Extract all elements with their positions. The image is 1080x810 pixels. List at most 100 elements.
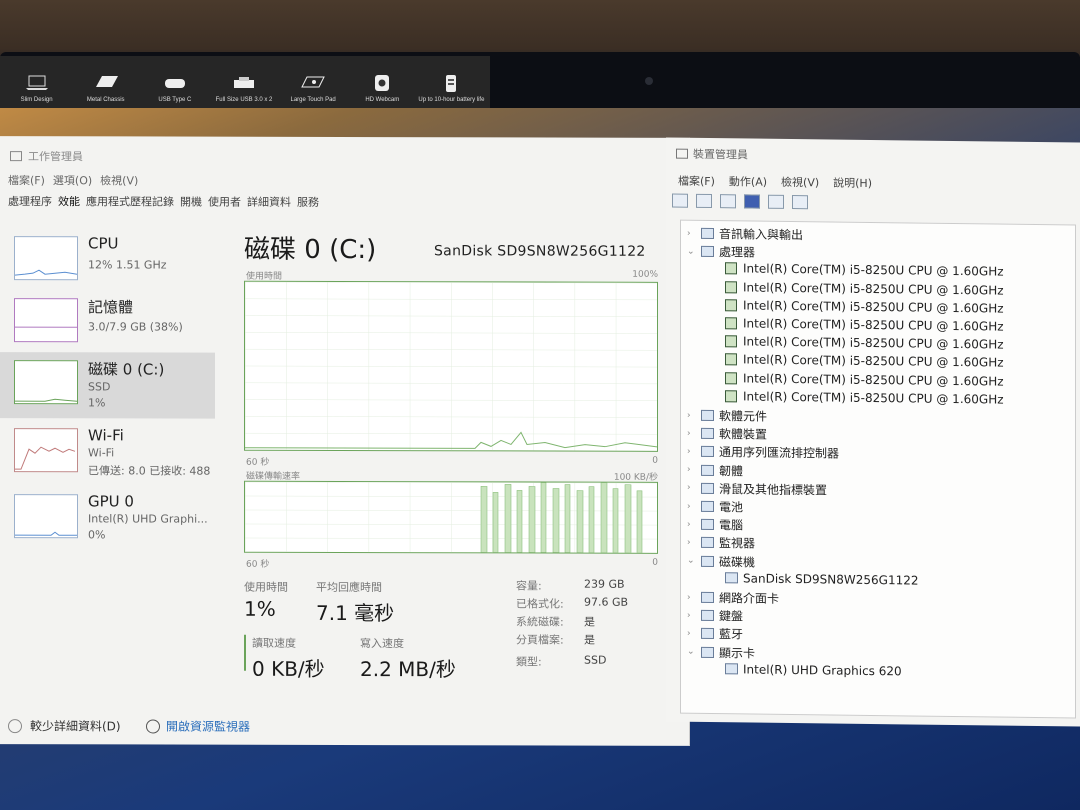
chevron-right-icon[interactable]: ›	[687, 501, 697, 511]
open-resource-monitor-link[interactable]: 開啟資源監視器	[146, 717, 250, 734]
response-time-label: 平均回應時間	[316, 580, 382, 595]
menu-view[interactable]: 檢視(V)	[100, 172, 138, 188]
chevron-down-icon[interactable]: ⌄	[687, 556, 697, 566]
chevron-right-icon[interactable]: ›	[687, 610, 697, 620]
tree-category[interactable]: › 軟體裝置	[687, 425, 767, 443]
sidebar-item-memory[interactable]: 記憶體 3.0/7.9 GB (38%)	[0, 290, 215, 355]
tree-device[interactable]: Intel(R) Core(TM) i5-8250U CPU @ 1.60GHz	[725, 262, 1004, 279]
menu-view[interactable]: 檢視(V)	[781, 174, 819, 190]
tree-label: Intel(R) UHD Graphics 620	[743, 662, 902, 679]
tab-services[interactable]: 服務	[297, 194, 319, 213]
menu-help[interactable]: 說明(H)	[833, 175, 872, 191]
tree-device[interactable]: Intel(R) Core(TM) i5-8250U CPU @ 1.60GHz	[725, 280, 1004, 297]
tree-category[interactable]: › 韌體	[687, 461, 743, 479]
tree-category[interactable]: › 電池	[687, 498, 743, 516]
tree-device[interactable]: SanDisk SD9SN8W256G1122	[725, 571, 919, 587]
processor-icon	[725, 371, 737, 384]
scan-hardware-icon[interactable]	[768, 194, 784, 209]
feature-label: Large Touch Pad	[290, 97, 336, 103]
tree-device[interactable]: Intel(R) Core(TM) i5-8250U CPU @ 1.60GHz	[725, 334, 1004, 352]
tree-category[interactable]: › 鍵盤	[687, 607, 743, 625]
tree-device[interactable]: Intel(R) Core(TM) i5-8250U CPU @ 1.60GHz	[725, 371, 1004, 388]
tree-label: 鍵盤	[719, 609, 744, 624]
tree-category[interactable]: › 電腦	[687, 516, 743, 534]
feature-usb-a: Full Size USB 3.0 x 2	[209, 56, 278, 104]
formatted-value: 97.6 GB	[584, 595, 629, 609]
tree-label: Intel(R) Core(TM) i5-8250U CPU @ 1.60GHz	[743, 352, 1004, 370]
chevron-right-icon[interactable]: ›	[687, 410, 697, 420]
sidebar-item-gpu[interactable]: GPU 0 Intel(R) UHD Graphi... 0%	[0, 486, 215, 551]
tree-label: 藍牙	[719, 627, 744, 642]
tree-label: 處理器	[719, 245, 756, 260]
feature-label: Slim Design	[20, 97, 53, 103]
help-icon[interactable]	[744, 194, 760, 209]
chevron-right-icon[interactable]: ›	[687, 428, 697, 438]
device-category-icon	[701, 646, 714, 658]
tree-label: Intel(R) Core(TM) i5-8250U CPU @ 1.60GHz	[743, 280, 1004, 298]
graph1-min: 0	[652, 455, 658, 466]
sidebar-sub: 3.0/7.9 GB (38%)	[88, 320, 183, 334]
graph1-max: 100%	[632, 269, 658, 280]
tab-app-history[interactable]: 應用程式歷程記錄	[86, 193, 174, 212]
tree-device[interactable]: Intel(R) Core(TM) i5-8250U CPU @ 1.60GHz	[725, 389, 1004, 406]
chevron-down-icon[interactable]: ⌄	[687, 647, 697, 657]
system-disk-label: 系統磁碟:	[516, 615, 564, 629]
sidebar-item-cpu[interactable]: CPU 12% 1.51 GHz	[0, 228, 215, 293]
tree-category[interactable]: ⌄ 磁碟機	[687, 552, 755, 570]
chevron-right-icon[interactable]: ›	[687, 447, 697, 457]
read-speed-indicator	[244, 634, 246, 671]
tab-users[interactable]: 使用者	[208, 194, 241, 213]
menu-options[interactable]: 選項(O)	[53, 172, 92, 188]
active-time-plot	[245, 281, 658, 451]
tree-device[interactable]: Intel(R) Core(TM) i5-8250U CPU @ 1.60GHz	[725, 353, 1004, 370]
tree-category[interactable]: › 軟體元件	[687, 407, 767, 425]
back-arrow-icon[interactable]	[672, 193, 688, 208]
tree-category[interactable]: › 監視器	[687, 534, 755, 552]
fewer-details-button[interactable]: 較少詳細資料(D)	[8, 717, 121, 734]
menu-file[interactable]: 檔案(F)	[678, 173, 715, 189]
menu-file[interactable]: 檔案(F)	[8, 172, 45, 188]
tree-device[interactable]: Intel(R) UHD Graphics 620	[725, 662, 902, 678]
tree-category[interactable]: › 滑鼠及其他指標裝置	[687, 480, 827, 499]
chevron-right-icon[interactable]: ›	[687, 228, 697, 238]
formatted-label: 已格式化:	[516, 597, 564, 611]
chevron-right-icon[interactable]: ›	[687, 629, 697, 639]
monitor-icon[interactable]	[792, 195, 808, 210]
menu-action[interactable]: 動作(A)	[729, 173, 767, 189]
device-manager-toolbar	[672, 193, 808, 210]
graph1-time: 60 秒	[246, 457, 270, 468]
chevron-right-icon[interactable]: ›	[687, 519, 697, 529]
tab-performance[interactable]: 效能	[58, 193, 80, 212]
chevron-down-icon[interactable]: ⌄	[687, 246, 697, 256]
tree-category[interactable]: ⌄ 處理器	[687, 243, 755, 261]
device-tree: › 音訊輸入與輸出 ⌄ 處理器 Intel(R) Core(TM) i5-8250U C…	[680, 219, 1076, 719]
chevron-right-icon[interactable]: ›	[687, 538, 697, 548]
sidebar-sub2: 已傳送: 8.0 已接收: 488	[88, 464, 211, 478]
tab-processes[interactable]: 處理程序	[8, 193, 52, 212]
sidebar-sub: Intel(R) UHD Graphi...	[88, 512, 208, 526]
sidebar-item-disk[interactable]: 磁碟 0 (C:) SSD 1%	[0, 352, 215, 419]
disk-mini-graph	[14, 360, 78, 405]
tree-category[interactable]: ⌄ 顯示卡	[687, 643, 755, 661]
tree-category[interactable]: › 藍牙	[687, 625, 743, 643]
tree-device[interactable]: Intel(R) Core(TM) i5-8250U CPU @ 1.60GHz	[725, 298, 1004, 315]
chevron-right-icon[interactable]: ›	[687, 592, 697, 602]
device-icon	[725, 572, 738, 584]
chevron-right-icon[interactable]: ›	[687, 465, 697, 475]
sidebar-item-wifi[interactable]: Wi-Fi Wi-Fi 已傳送: 8.0 已接收: 488	[0, 420, 215, 485]
tree-device[interactable]: Intel(R) Core(TM) i5-8250U CPU @ 1.60GHz	[725, 316, 1004, 334]
tab-startup[interactable]: 開機	[180, 194, 202, 213]
forward-arrow-icon[interactable]	[696, 193, 712, 209]
resource-monitor-icon	[146, 718, 160, 734]
task-manager-window: 工作管理員 檔案(F) 選項(O) 檢視(V) 處理程序 效能 應用程式歷程記錄…	[0, 136, 690, 746]
tree-category[interactable]: › 通用序列匯流排控制器	[687, 443, 839, 462]
tree-category[interactable]: › 音訊輸入與輸出	[687, 225, 803, 243]
properties-icon[interactable]	[720, 194, 736, 209]
chevron-right-icon[interactable]: ›	[687, 483, 697, 493]
tab-details[interactable]: 詳細資料	[247, 194, 291, 213]
type-label: 類型:	[516, 655, 542, 669]
response-time-value: 7.1 毫秒	[316, 600, 395, 626]
read-speed-value: 0 KB/秒	[252, 656, 325, 681]
tree-category[interactable]: › 網路介面卡	[687, 589, 779, 607]
task-manager-footer: 較少詳細資料(D) 開啟資源監視器	[0, 708, 690, 746]
